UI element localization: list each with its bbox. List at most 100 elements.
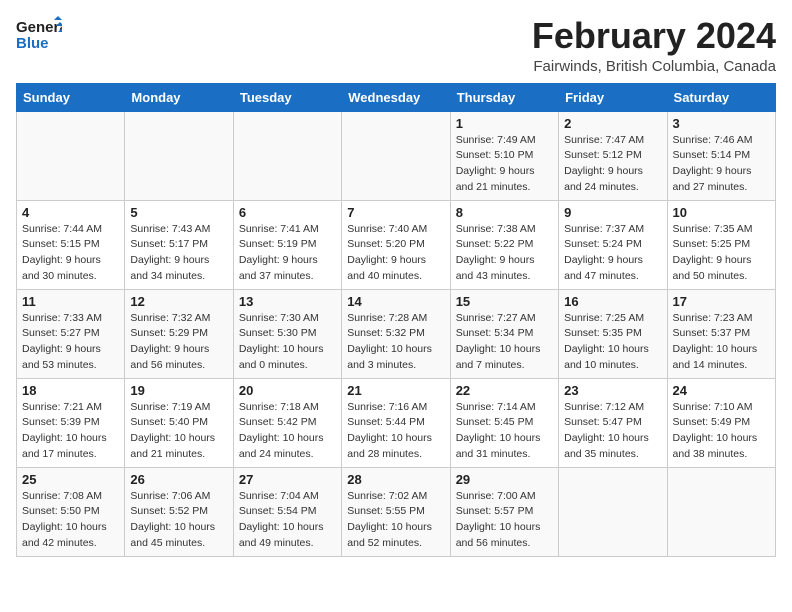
logo: General Blue	[16, 16, 62, 56]
day-number: 12	[130, 294, 227, 309]
svg-text:Blue: Blue	[16, 35, 49, 52]
calendar-cell: 27 Sunrise: 7:04 AM Sunset: 5:54 PM Dayli…	[233, 467, 341, 556]
day-detail: Sunrise: 7:25 AM Sunset: 5:35 PM Dayligh…	[564, 311, 661, 374]
header-cell-thursday: Thursday	[450, 83, 558, 111]
calendar-cell: 21 Sunrise: 7:16 AM Sunset: 5:44 PM Dayli…	[342, 378, 450, 467]
calendar-cell	[233, 111, 341, 200]
calendar-cell: 9 Sunrise: 7:37 AM Sunset: 5:24 PM Daylig…	[559, 200, 667, 289]
calendar-cell: 7 Sunrise: 7:40 AM Sunset: 5:20 PM Daylig…	[342, 200, 450, 289]
day-number: 9	[564, 205, 661, 220]
day-detail: Sunrise: 7:43 AM Sunset: 5:17 PM Dayligh…	[130, 222, 227, 285]
calendar-cell: 20 Sunrise: 7:18 AM Sunset: 5:42 PM Dayli…	[233, 378, 341, 467]
day-detail: Sunrise: 7:16 AM Sunset: 5:44 PM Dayligh…	[347, 400, 444, 463]
day-detail: Sunrise: 7:40 AM Sunset: 5:20 PM Dayligh…	[347, 222, 444, 285]
day-detail: Sunrise: 7:12 AM Sunset: 5:47 PM Dayligh…	[564, 400, 661, 463]
day-number: 26	[130, 472, 227, 487]
day-number: 15	[456, 294, 553, 309]
calendar-cell: 5 Sunrise: 7:43 AM Sunset: 5:17 PM Daylig…	[125, 200, 233, 289]
header-cell-monday: Monday	[125, 83, 233, 111]
calendar-cell: 24Sunrise: 7:10 AM Sunset: 5:49 PM Dayli…	[667, 378, 775, 467]
day-number: 3	[673, 116, 770, 131]
day-number: 14	[347, 294, 444, 309]
day-detail: Sunrise: 7:44 AM Sunset: 5:15 PM Dayligh…	[22, 222, 119, 285]
day-number: 16	[564, 294, 661, 309]
day-number: 5	[130, 205, 227, 220]
logo-svg: General Blue	[16, 16, 62, 56]
day-number: 21	[347, 383, 444, 398]
day-detail: Sunrise: 7:06 AM Sunset: 5:52 PM Dayligh…	[130, 489, 227, 552]
calendar-cell: 12 Sunrise: 7:32 AM Sunset: 5:29 PM Dayli…	[125, 289, 233, 378]
day-detail: Sunrise: 7:19 AM Sunset: 5:40 PM Dayligh…	[130, 400, 227, 463]
day-detail: Sunrise: 7:18 AM Sunset: 5:42 PM Dayligh…	[239, 400, 336, 463]
day-number: 2	[564, 116, 661, 131]
day-number: 22	[456, 383, 553, 398]
calendar-cell	[559, 467, 667, 556]
calendar-cell	[342, 111, 450, 200]
day-detail: Sunrise: 7:08 AM Sunset: 5:50 PM Dayligh…	[22, 489, 119, 552]
calendar-cell: 16 Sunrise: 7:25 AM Sunset: 5:35 PM Dayli…	[559, 289, 667, 378]
calendar-cell: 4 Sunrise: 7:44 AM Sunset: 5:15 PM Daylig…	[17, 200, 125, 289]
day-detail: Sunrise: 7:38 AM Sunset: 5:22 PM Dayligh…	[456, 222, 553, 285]
calendar-cell: 2 Sunrise: 7:47 AM Sunset: 5:12 PM Daylig…	[559, 111, 667, 200]
day-detail: Sunrise: 7:27 AM Sunset: 5:34 PM Dayligh…	[456, 311, 553, 374]
day-number: 20	[239, 383, 336, 398]
calendar-cell: 25 Sunrise: 7:08 AM Sunset: 5:50 PM Dayli…	[17, 467, 125, 556]
day-detail: Sunrise: 7:41 AM Sunset: 5:19 PM Dayligh…	[239, 222, 336, 285]
day-number: 4	[22, 205, 119, 220]
calendar-cell: 23 Sunrise: 7:12 AM Sunset: 5:47 PM Dayli…	[559, 378, 667, 467]
day-detail: Sunrise: 7:28 AM Sunset: 5:32 PM Dayligh…	[347, 311, 444, 374]
day-number: 25	[22, 472, 119, 487]
header-row: SundayMondayTuesdayWednesdayThursdayFrid…	[17, 83, 776, 111]
day-number: 29	[456, 472, 553, 487]
day-number: 10	[673, 205, 770, 220]
day-detail: Sunrise: 7:30 AM Sunset: 5:30 PM Dayligh…	[239, 311, 336, 374]
calendar-week-5: 25 Sunrise: 7:08 AM Sunset: 5:50 PM Dayli…	[17, 467, 776, 556]
day-number: 7	[347, 205, 444, 220]
calendar-week-2: 4 Sunrise: 7:44 AM Sunset: 5:15 PM Daylig…	[17, 200, 776, 289]
day-number: 1	[456, 116, 553, 131]
day-detail: Sunrise: 7:35 AM Sunset: 5:25 PM Dayligh…	[673, 222, 770, 285]
calendar-cell: 13 Sunrise: 7:30 AM Sunset: 5:30 PM Dayli…	[233, 289, 341, 378]
page-title: February 2024	[532, 16, 776, 56]
calendar-cell: 6Sunrise: 7:41 AM Sunset: 5:19 PM Daylig…	[233, 200, 341, 289]
day-number: 13	[239, 294, 336, 309]
calendar-cell: 14 Sunrise: 7:28 AM Sunset: 5:32 PM Dayli…	[342, 289, 450, 378]
day-detail: Sunrise: 7:32 AM Sunset: 5:29 PM Dayligh…	[130, 311, 227, 374]
calendar-cell: 15 Sunrise: 7:27 AM Sunset: 5:34 PM Dayli…	[450, 289, 558, 378]
calendar-cell: 26 Sunrise: 7:06 AM Sunset: 5:52 PM Dayli…	[125, 467, 233, 556]
svg-text:General: General	[16, 19, 62, 36]
day-number: 17	[673, 294, 770, 309]
day-number: 23	[564, 383, 661, 398]
day-detail: Sunrise: 7:00 AM Sunset: 5:57 PM Dayligh…	[456, 489, 553, 552]
page-subtitle: Fairwinds, British Columbia, Canada	[532, 58, 776, 75]
calendar-cell: 19 Sunrise: 7:19 AM Sunset: 5:40 PM Dayli…	[125, 378, 233, 467]
page-header: General Blue February 2024 Fairwinds, Br…	[16, 16, 776, 75]
calendar-cell: 18 Sunrise: 7:21 AM Sunset: 5:39 PM Dayli…	[17, 378, 125, 467]
calendar-cell: 11Sunrise: 7:33 AM Sunset: 5:27 PM Dayli…	[17, 289, 125, 378]
day-detail: Sunrise: 7:47 AM Sunset: 5:12 PM Dayligh…	[564, 133, 661, 196]
header-cell-sunday: Sunday	[17, 83, 125, 111]
calendar-cell: 3Sunrise: 7:46 AM Sunset: 5:14 PM Daylig…	[667, 111, 775, 200]
day-detail: Sunrise: 7:04 AM Sunset: 5:54 PM Dayligh…	[239, 489, 336, 552]
day-detail: Sunrise: 7:02 AM Sunset: 5:55 PM Dayligh…	[347, 489, 444, 552]
calendar-cell	[17, 111, 125, 200]
calendar-cell: 8 Sunrise: 7:38 AM Sunset: 5:22 PM Daylig…	[450, 200, 558, 289]
title-area: February 2024 Fairwinds, British Columbi…	[532, 16, 776, 75]
calendar-week-1: 1Sunrise: 7:49 AM Sunset: 5:10 PM Daylig…	[17, 111, 776, 200]
calendar-cell: 10 Sunrise: 7:35 AM Sunset: 5:25 PM Dayli…	[667, 200, 775, 289]
day-number: 27	[239, 472, 336, 487]
calendar-week-4: 18 Sunrise: 7:21 AM Sunset: 5:39 PM Dayli…	[17, 378, 776, 467]
calendar-cell	[667, 467, 775, 556]
day-number: 8	[456, 205, 553, 220]
day-detail: Sunrise: 7:33 AM Sunset: 5:27 PM Dayligh…	[22, 311, 119, 374]
day-detail: Sunrise: 7:23 AM Sunset: 5:37 PM Dayligh…	[673, 311, 770, 374]
header-cell-saturday: Saturday	[667, 83, 775, 111]
calendar-cell: 28Sunrise: 7:02 AM Sunset: 5:55 PM Dayli…	[342, 467, 450, 556]
day-number: 19	[130, 383, 227, 398]
header-cell-tuesday: Tuesday	[233, 83, 341, 111]
day-number: 18	[22, 383, 119, 398]
calendar-cell	[125, 111, 233, 200]
day-detail: Sunrise: 7:21 AM Sunset: 5:39 PM Dayligh…	[22, 400, 119, 463]
header-cell-wednesday: Wednesday	[342, 83, 450, 111]
day-detail: Sunrise: 7:37 AM Sunset: 5:24 PM Dayligh…	[564, 222, 661, 285]
